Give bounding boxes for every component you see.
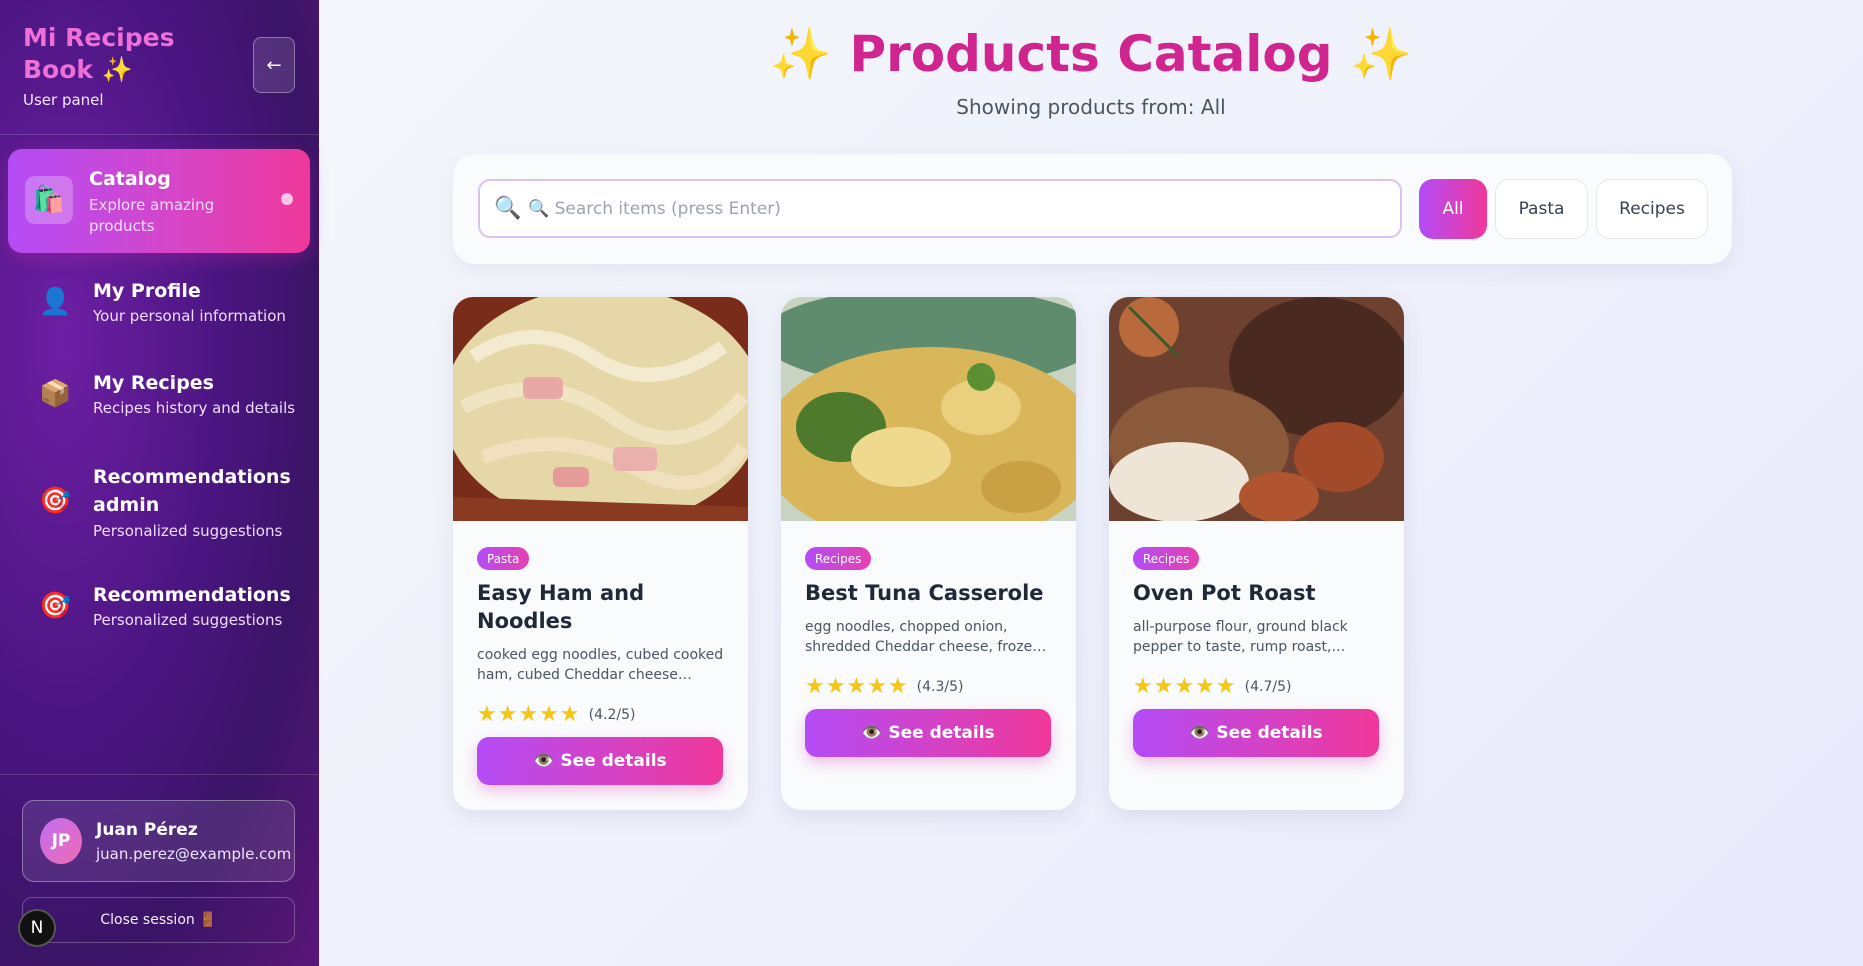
sidebar-item-my-recipes[interactable]: 📦 My Recipes Recipes history and details [8, 359, 310, 431]
product-card[interactable]: Pasta Easy Ham and Noodles cooked egg no… [453, 297, 748, 810]
search-icon: 🔍 [494, 196, 522, 221]
card-title: Best Tuna Casserole [805, 581, 1044, 605]
sidebar-item-title: My Profile [93, 280, 201, 302]
target-icon: 🎯 [39, 486, 72, 516]
sidebar-item-recommendations-admin[interactable]: 🎯 Recommendations admin Personalized sug… [8, 451, 310, 551]
dev-tools-badge[interactable]: N [18, 909, 56, 947]
sidebar-item-recommendations[interactable]: 🎯 Recommendations Personalized suggestio… [8, 571, 310, 643]
user-icon: 👤 [39, 287, 72, 317]
card-title: Easy Ham and Noodles [477, 581, 645, 633]
shopping-bags-icon: 🛍️ [25, 176, 73, 224]
sidebar-item-title: Catalog [89, 168, 171, 190]
category-badge: Recipes [1133, 547, 1200, 570]
rating-value: (4.3/5) [916, 678, 964, 695]
sidebar-item-desc: Recipes history and details [93, 399, 296, 417]
filter-bar: 🔍 All Pasta Recipes [453, 154, 1732, 264]
page-title: ✨ Products Catalog ✨ [769, 25, 1413, 83]
search-box[interactable]: 🔍 [478, 179, 1402, 238]
filter-chip-recipes[interactable]: Recipes [1596, 179, 1708, 239]
rating: ★★★★★ (4.7/5) [1133, 674, 1291, 699]
star-rating-icon: ★★★★★ [805, 674, 909, 699]
product-image [453, 297, 748, 521]
brand-title: Mi Recipes Book ✨ [23, 23, 175, 84]
user-name: Juan Pérez [96, 820, 198, 840]
star-rating-icon: ★★★★★ [477, 702, 581, 727]
sidebar-item-catalog[interactable]: 🛍️ Catalog Explore amazing products [8, 149, 310, 253]
sidebar-item-desc: Your personal information [93, 307, 286, 325]
star-rating-icon: ★★★★★ [1133, 674, 1237, 699]
see-details-button[interactable]: 👁️ See details [1133, 709, 1379, 757]
sidebar: Mi Recipes Book ✨ User panel ← 🛍️ Catalo… [0, 0, 319, 966]
brand-subtitle: User panel [23, 91, 104, 109]
arrow-left-icon: ← [266, 54, 282, 76]
user-email: juan.perez@example.com [96, 845, 292, 863]
sidebar-item-desc: Personalized suggestions [93, 522, 283, 540]
filter-chip-all[interactable]: All [1419, 179, 1487, 239]
package-icon: 📦 [39, 379, 72, 409]
product-card[interactable]: Recipes Best Tuna Casserole egg noodles,… [781, 297, 1076, 810]
product-image [1109, 297, 1404, 521]
filter-chip-pasta[interactable]: Pasta [1495, 179, 1588, 239]
card-description: cooked egg noodles, cubed cooked ham, cu… [477, 647, 724, 683]
sidebar-item-desc: Explore amazing products [89, 196, 215, 235]
product-image [781, 297, 1076, 521]
sidebar-item-title: Recommendations admin [93, 466, 291, 516]
card-title: Oven Pot Roast [1133, 581, 1316, 605]
sidebar-item-my-profile[interactable]: 👤 My Profile Your personal information [8, 267, 310, 339]
search-input[interactable] [528, 185, 1388, 233]
card-description: egg noodles, chopped onion, shredded Che… [805, 619, 1042, 655]
rating: ★★★★★ (4.2/5) [477, 702, 635, 727]
sidebar-header: Mi Recipes Book ✨ User panel ← [0, 0, 319, 135]
user-card[interactable]: JP Juan Pérez juan.perez@example.com [22, 800, 295, 882]
target-icon: 🎯 [39, 591, 72, 621]
close-session-button[interactable]: Close session 🚪 [22, 897, 295, 943]
rating: ★★★★★ (4.3/5) [805, 674, 963, 699]
avatar: JP [40, 818, 82, 864]
collapse-sidebar-button[interactable]: ← [253, 37, 295, 93]
card-description: all-purpose flour, ground black pepper t… [1133, 619, 1348, 655]
sidebar-item-title: Recommendations [93, 584, 291, 606]
page-subtitle: Showing products from: All [956, 95, 1226, 119]
see-details-button[interactable]: 👁️ See details [805, 709, 1051, 757]
active-indicator-dot [281, 193, 293, 205]
rating-value: (4.2/5) [588, 706, 636, 723]
category-badge: Pasta [477, 547, 530, 570]
see-details-button[interactable]: 👁️ See details [477, 737, 723, 785]
sidebar-item-title: My Recipes [93, 372, 214, 394]
sidebar-item-desc: Personalized suggestions [93, 611, 283, 629]
category-badge: Recipes [805, 547, 872, 570]
rating-value: (4.7/5) [1244, 678, 1292, 695]
product-card[interactable]: Recipes Oven Pot Roast all-purpose flour… [1109, 297, 1404, 810]
